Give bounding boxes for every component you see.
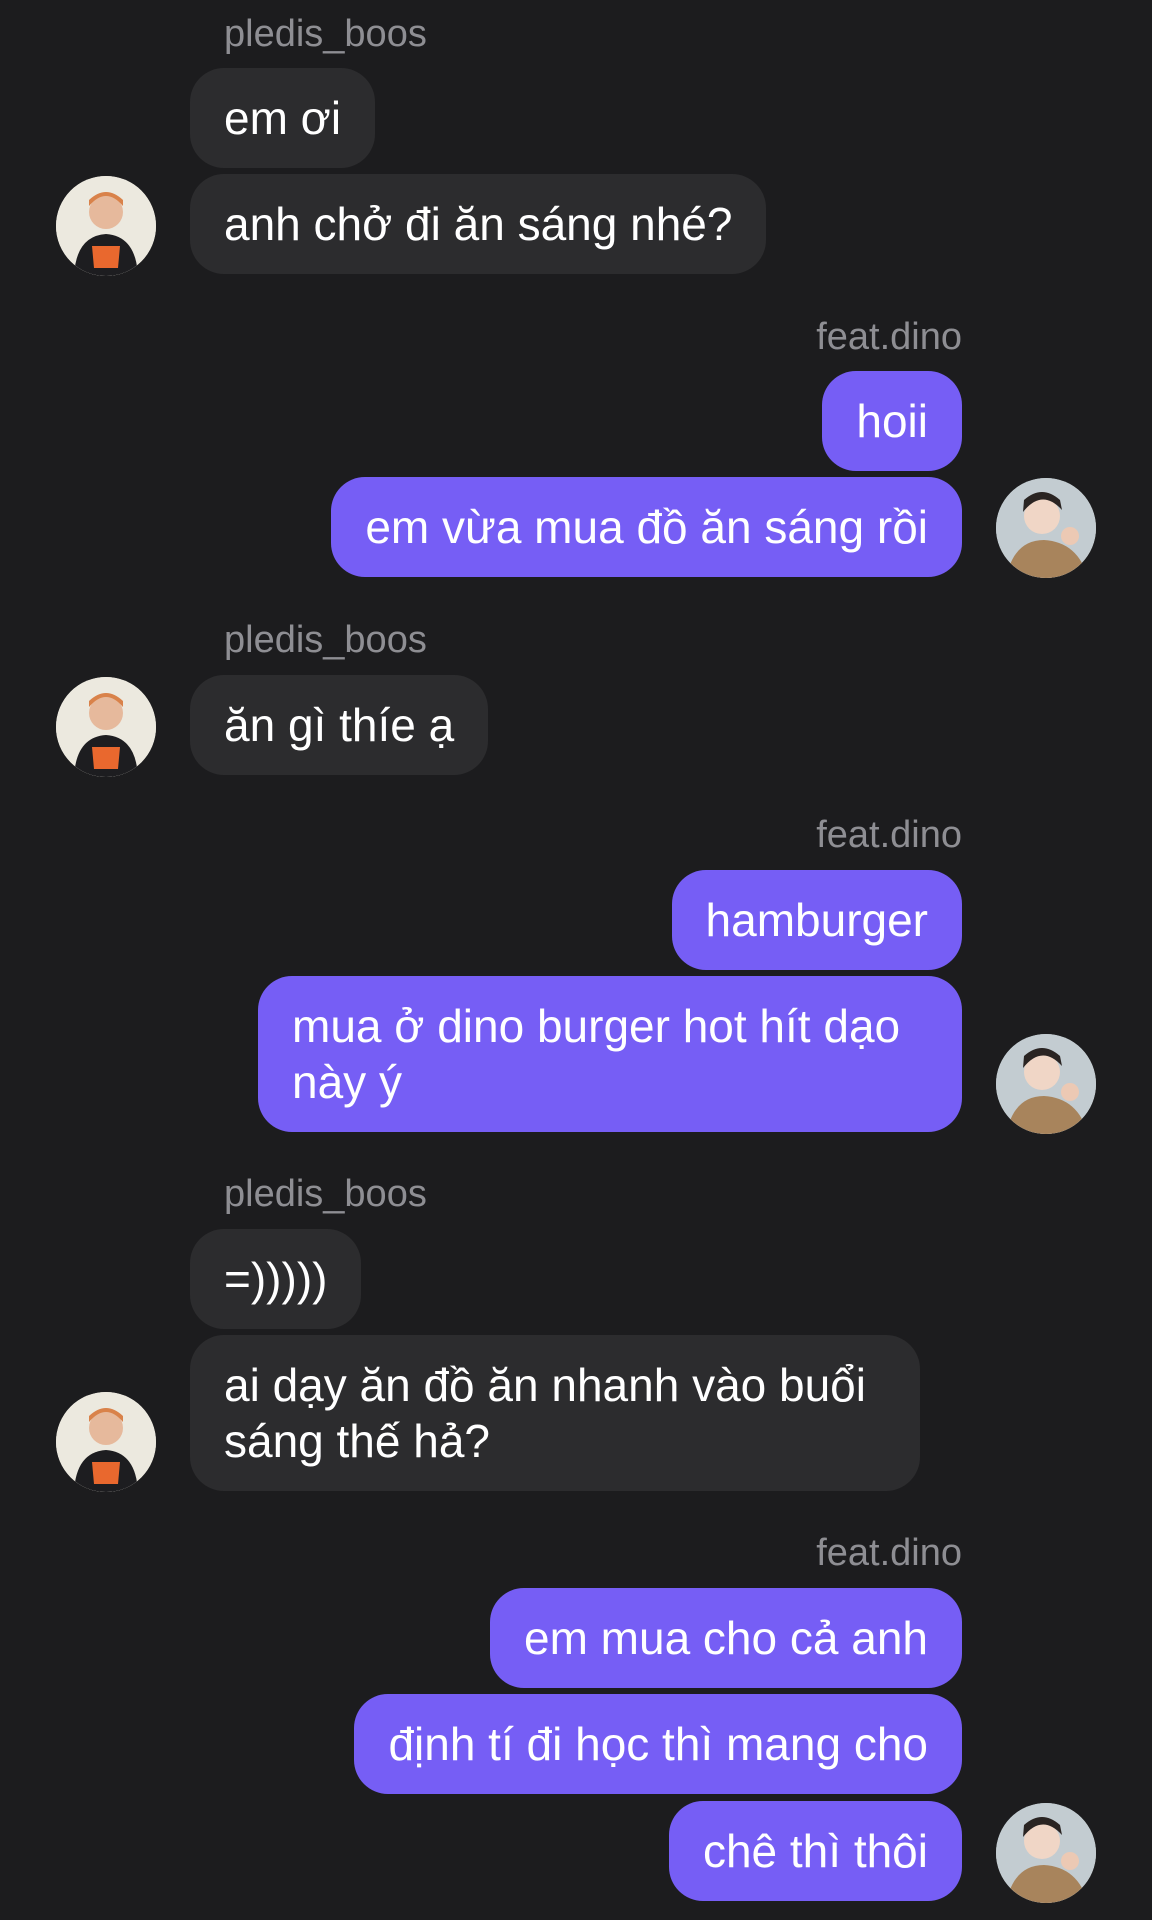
sender-name: feat.dino bbox=[816, 814, 962, 856]
message-bubble-outgoing[interactable]: hoii bbox=[822, 371, 962, 471]
sender-name: feat.dino bbox=[816, 316, 962, 358]
sender-name: feat.dino bbox=[816, 1532, 962, 1574]
message-bubble-incoming[interactable]: =))))) bbox=[190, 1229, 362, 1329]
message-bubble-outgoing[interactable]: chê thì thôi bbox=[668, 1801, 962, 1901]
message-bubble-outgoing[interactable]: hamburger bbox=[671, 870, 962, 970]
message-bubble-outgoing[interactable]: em mua cho cả anh bbox=[489, 1588, 962, 1688]
sender-name: pledis_boos bbox=[224, 619, 427, 661]
message-bubble-incoming[interactable]: ai dạy ăn đồ ăn nhanh vào buổi sáng thế … bbox=[190, 1335, 920, 1491]
avatar-pledis-boos[interactable] bbox=[56, 677, 156, 777]
avatar-feat-dino[interactable] bbox=[996, 478, 1096, 578]
message-bubble-incoming[interactable]: ăn gì thíe ạ bbox=[190, 675, 489, 775]
message-bubble-outgoing[interactable]: mua ở dino burger hot hít dạo này ý bbox=[258, 976, 962, 1132]
message-bubble-outgoing[interactable]: em vừa mua đồ ăn sáng rồi bbox=[331, 477, 962, 577]
message-bubble-incoming[interactable]: em ơi bbox=[190, 68, 376, 168]
avatar-feat-dino[interactable] bbox=[996, 1803, 1096, 1903]
avatar-pledis-boos[interactable] bbox=[56, 176, 156, 276]
avatar-pledis-boos[interactable] bbox=[56, 1392, 156, 1492]
sender-name: pledis_boos bbox=[224, 1173, 427, 1215]
avatar-feat-dino[interactable] bbox=[996, 1034, 1096, 1134]
sender-name: pledis_boos bbox=[224, 13, 427, 55]
message-bubble-outgoing[interactable]: định tí đi học thì mang cho bbox=[354, 1694, 962, 1794]
chat-thread: pledis_boos em ơi anh chở đi ăn sáng nhé… bbox=[0, 0, 1152, 1920]
message-bubble-incoming[interactable]: anh chở đi ăn sáng nhé? bbox=[190, 174, 767, 274]
